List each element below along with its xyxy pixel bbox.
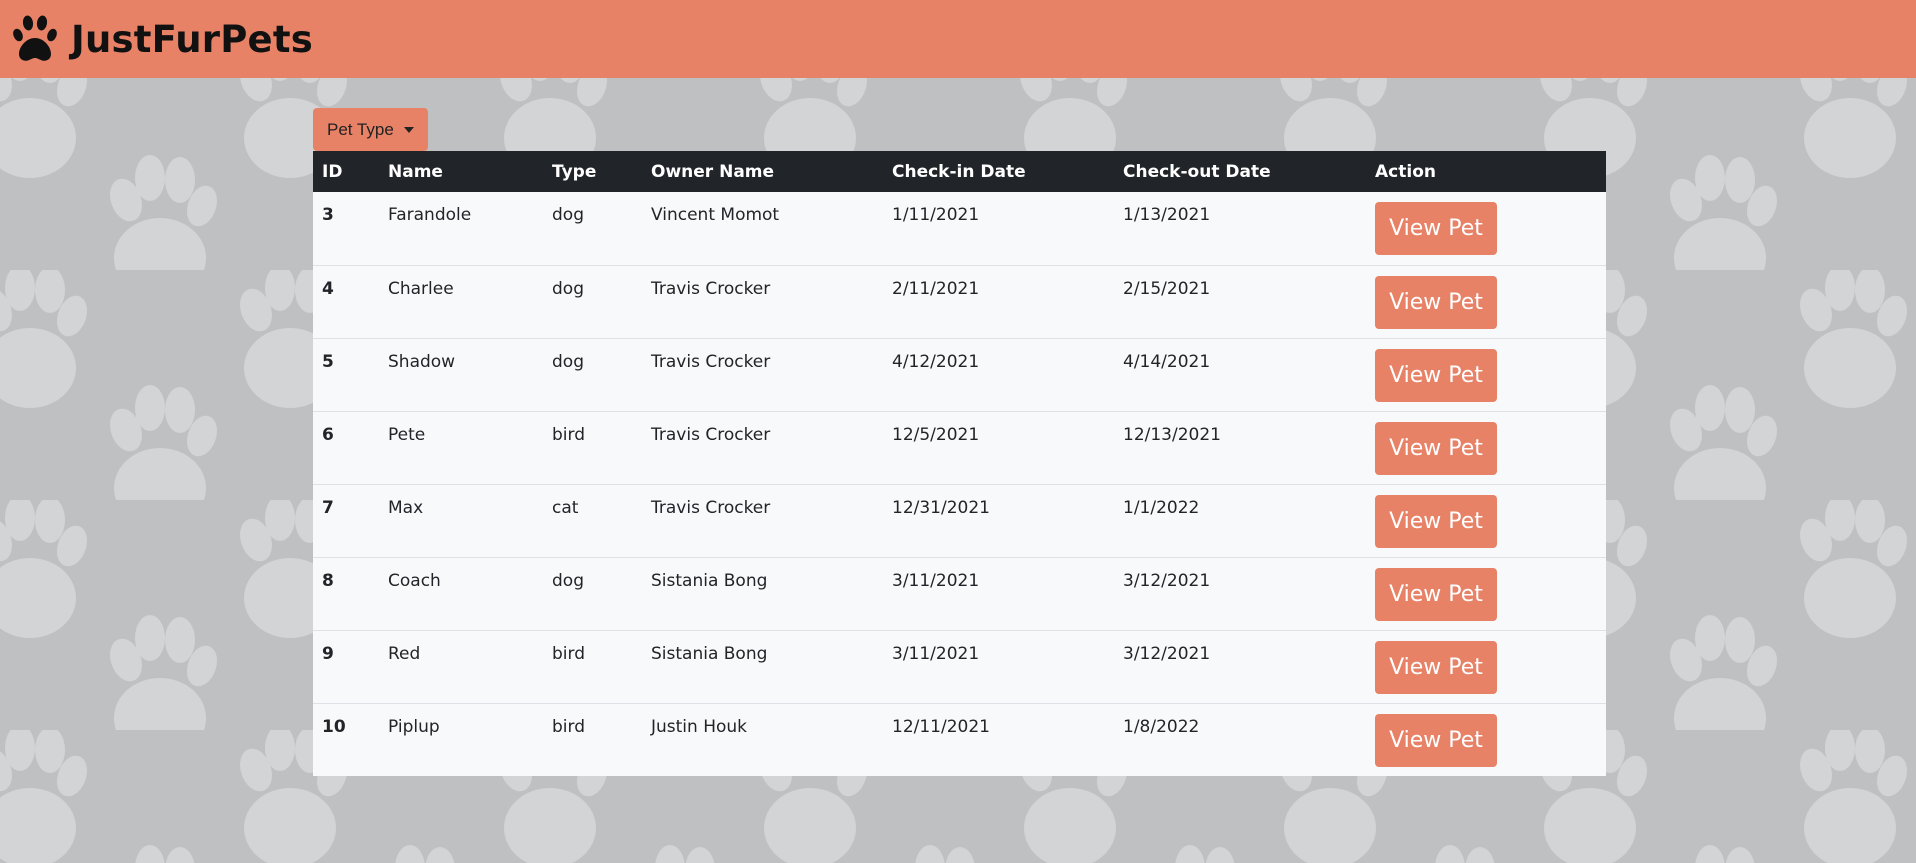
main-content: Pet Type ID Name Type Owner Name Check-i… [313,108,1606,776]
table-body: 3 Farandole dog Vincent Momot 1/11/2021 … [313,192,1606,776]
cell-checkout: 1/1/2022 [1114,484,1366,558]
cell-type: dog [543,557,642,631]
cell-name: Piplup [388,716,440,737]
header-action: Action [1366,151,1606,192]
view-pet-button[interactable]: View Pet [1375,275,1497,329]
cell-checkout: 3/12/2021 [1114,630,1366,704]
table-row: 8 Coach dog Sistania Bong 3/11/2021 3/12… [313,557,1606,631]
cell-checkin: 1/11/2021 [883,192,1114,266]
cell-checkin: 3/11/2021 [883,630,1114,704]
cell-name: Max [379,484,543,558]
cell-owner: Vincent Momot [642,192,883,266]
view-pet-button[interactable]: View Pet [1375,202,1497,255]
header-type: Type [543,151,642,192]
cell-id: 6 [313,411,379,485]
cell-name: Farandole [379,192,543,266]
cell-action: View Pet [1366,192,1606,266]
view-pet-button[interactable]: View Pet [1375,640,1497,694]
cell-owner: Justin Houk [651,716,748,737]
cell-id: 7 [313,484,379,558]
cell-id: 5 [313,338,379,412]
cell-checkin: 4/12/2021 [883,338,1114,412]
cell-owner: Travis Crocker [642,338,883,412]
view-pet-button[interactable]: View Pet [1375,421,1497,475]
cell-action: View Pet [1366,411,1606,485]
cell-name: Shadow [379,338,543,412]
cell-action: View Pet [1366,484,1606,558]
header-owner-name: Owner Name [642,151,883,192]
pets-table: ID Name Type Owner Name Check-in Date Ch… [313,151,1606,776]
cell-action: View Pet [1366,703,1606,776]
table-row: 5 Shadow dog Travis Crocker 4/12/2021 4/… [313,338,1606,412]
cell-checkin: 12/31/2021 [883,484,1114,558]
cell-type: dog [543,338,642,412]
cell-owner: Travis Crocker [642,484,883,558]
cell-name: Pete [379,411,543,485]
cell-type: bird [543,411,642,485]
paw-icon[interactable] [13,14,57,64]
table-header: ID Name Type Owner Name Check-in Date Ch… [313,151,1606,192]
cell-action: View Pet [1366,630,1606,704]
cell-type: cat [543,484,642,558]
cell-action: View Pet [1366,338,1606,412]
cell-id: 4 [313,265,379,339]
cell-checkout: 4/14/2021 [1114,338,1366,412]
cell-action: View Pet [1366,265,1606,339]
cell-checkout: 2/15/2021 [1114,265,1366,339]
cell-checkout: 1/8/2022 [1123,716,1200,737]
cell-type: dog [543,265,642,339]
brand-name[interactable]: JustFurPets [71,18,313,61]
cell-checkin: 2/11/2021 [883,265,1114,339]
view-pet-button[interactable]: View Pet [1375,348,1497,402]
table-row: 3 Farandole dog Vincent Momot 1/11/2021 … [313,192,1606,266]
view-pet-button[interactable]: View Pet [1375,567,1497,621]
view-pet-button[interactable]: View Pet [1375,713,1497,767]
header-id: ID [313,151,379,192]
cell-type: dog [543,192,642,266]
cell-type: bird [543,630,642,704]
table-row: 10 Piplup bird Justin Houk 12/11/2021 1/… [313,703,1606,776]
cell-name: Charlee [379,265,543,339]
cell-name: Red [379,630,543,704]
caret-down-icon [403,126,414,133]
cell-checkin: 12/5/2021 [883,411,1114,485]
table-row: 7 Max cat Travis Crocker 12/31/2021 1/1/… [313,484,1606,558]
cell-id: 10 [322,716,346,737]
header-checkout-date: Check-out Date [1114,151,1366,192]
cell-owner: Travis Crocker [642,265,883,339]
table-row: 4 Charlee dog Travis Crocker 2/11/2021 2… [313,265,1606,339]
cell-owner: Sistania Bong [642,557,883,631]
cell-id: 8 [313,557,379,631]
cell-action: View Pet [1366,557,1606,631]
cell-id: 3 [313,192,379,266]
cell-owner: Sistania Bong [642,630,883,704]
navbar: JustFurPets [0,0,1916,78]
cell-owner: Travis Crocker [642,411,883,485]
cell-name: Coach [379,557,543,631]
cell-type: bird [552,716,585,737]
cell-id: 9 [313,630,379,704]
cell-checkin: 3/11/2021 [883,557,1114,631]
cell-checkin: 12/11/2021 [892,716,990,737]
view-pet-button[interactable]: View Pet [1375,494,1497,548]
table-row: 6 Pete bird Travis Crocker 12/5/2021 12/… [313,411,1606,485]
cell-checkout: 3/12/2021 [1114,557,1366,631]
cell-checkout: 1/13/2021 [1114,192,1366,266]
pet-type-dropdown-button[interactable]: Pet Type [313,108,428,151]
cell-checkout: 12/13/2021 [1114,411,1366,485]
pet-type-label: Pet Type [327,119,394,139]
header-checkin-date: Check-in Date [883,151,1114,192]
table-row: 9 Red bird Sistania Bong 3/11/2021 3/12/… [313,630,1606,704]
header-name: Name [379,151,543,192]
